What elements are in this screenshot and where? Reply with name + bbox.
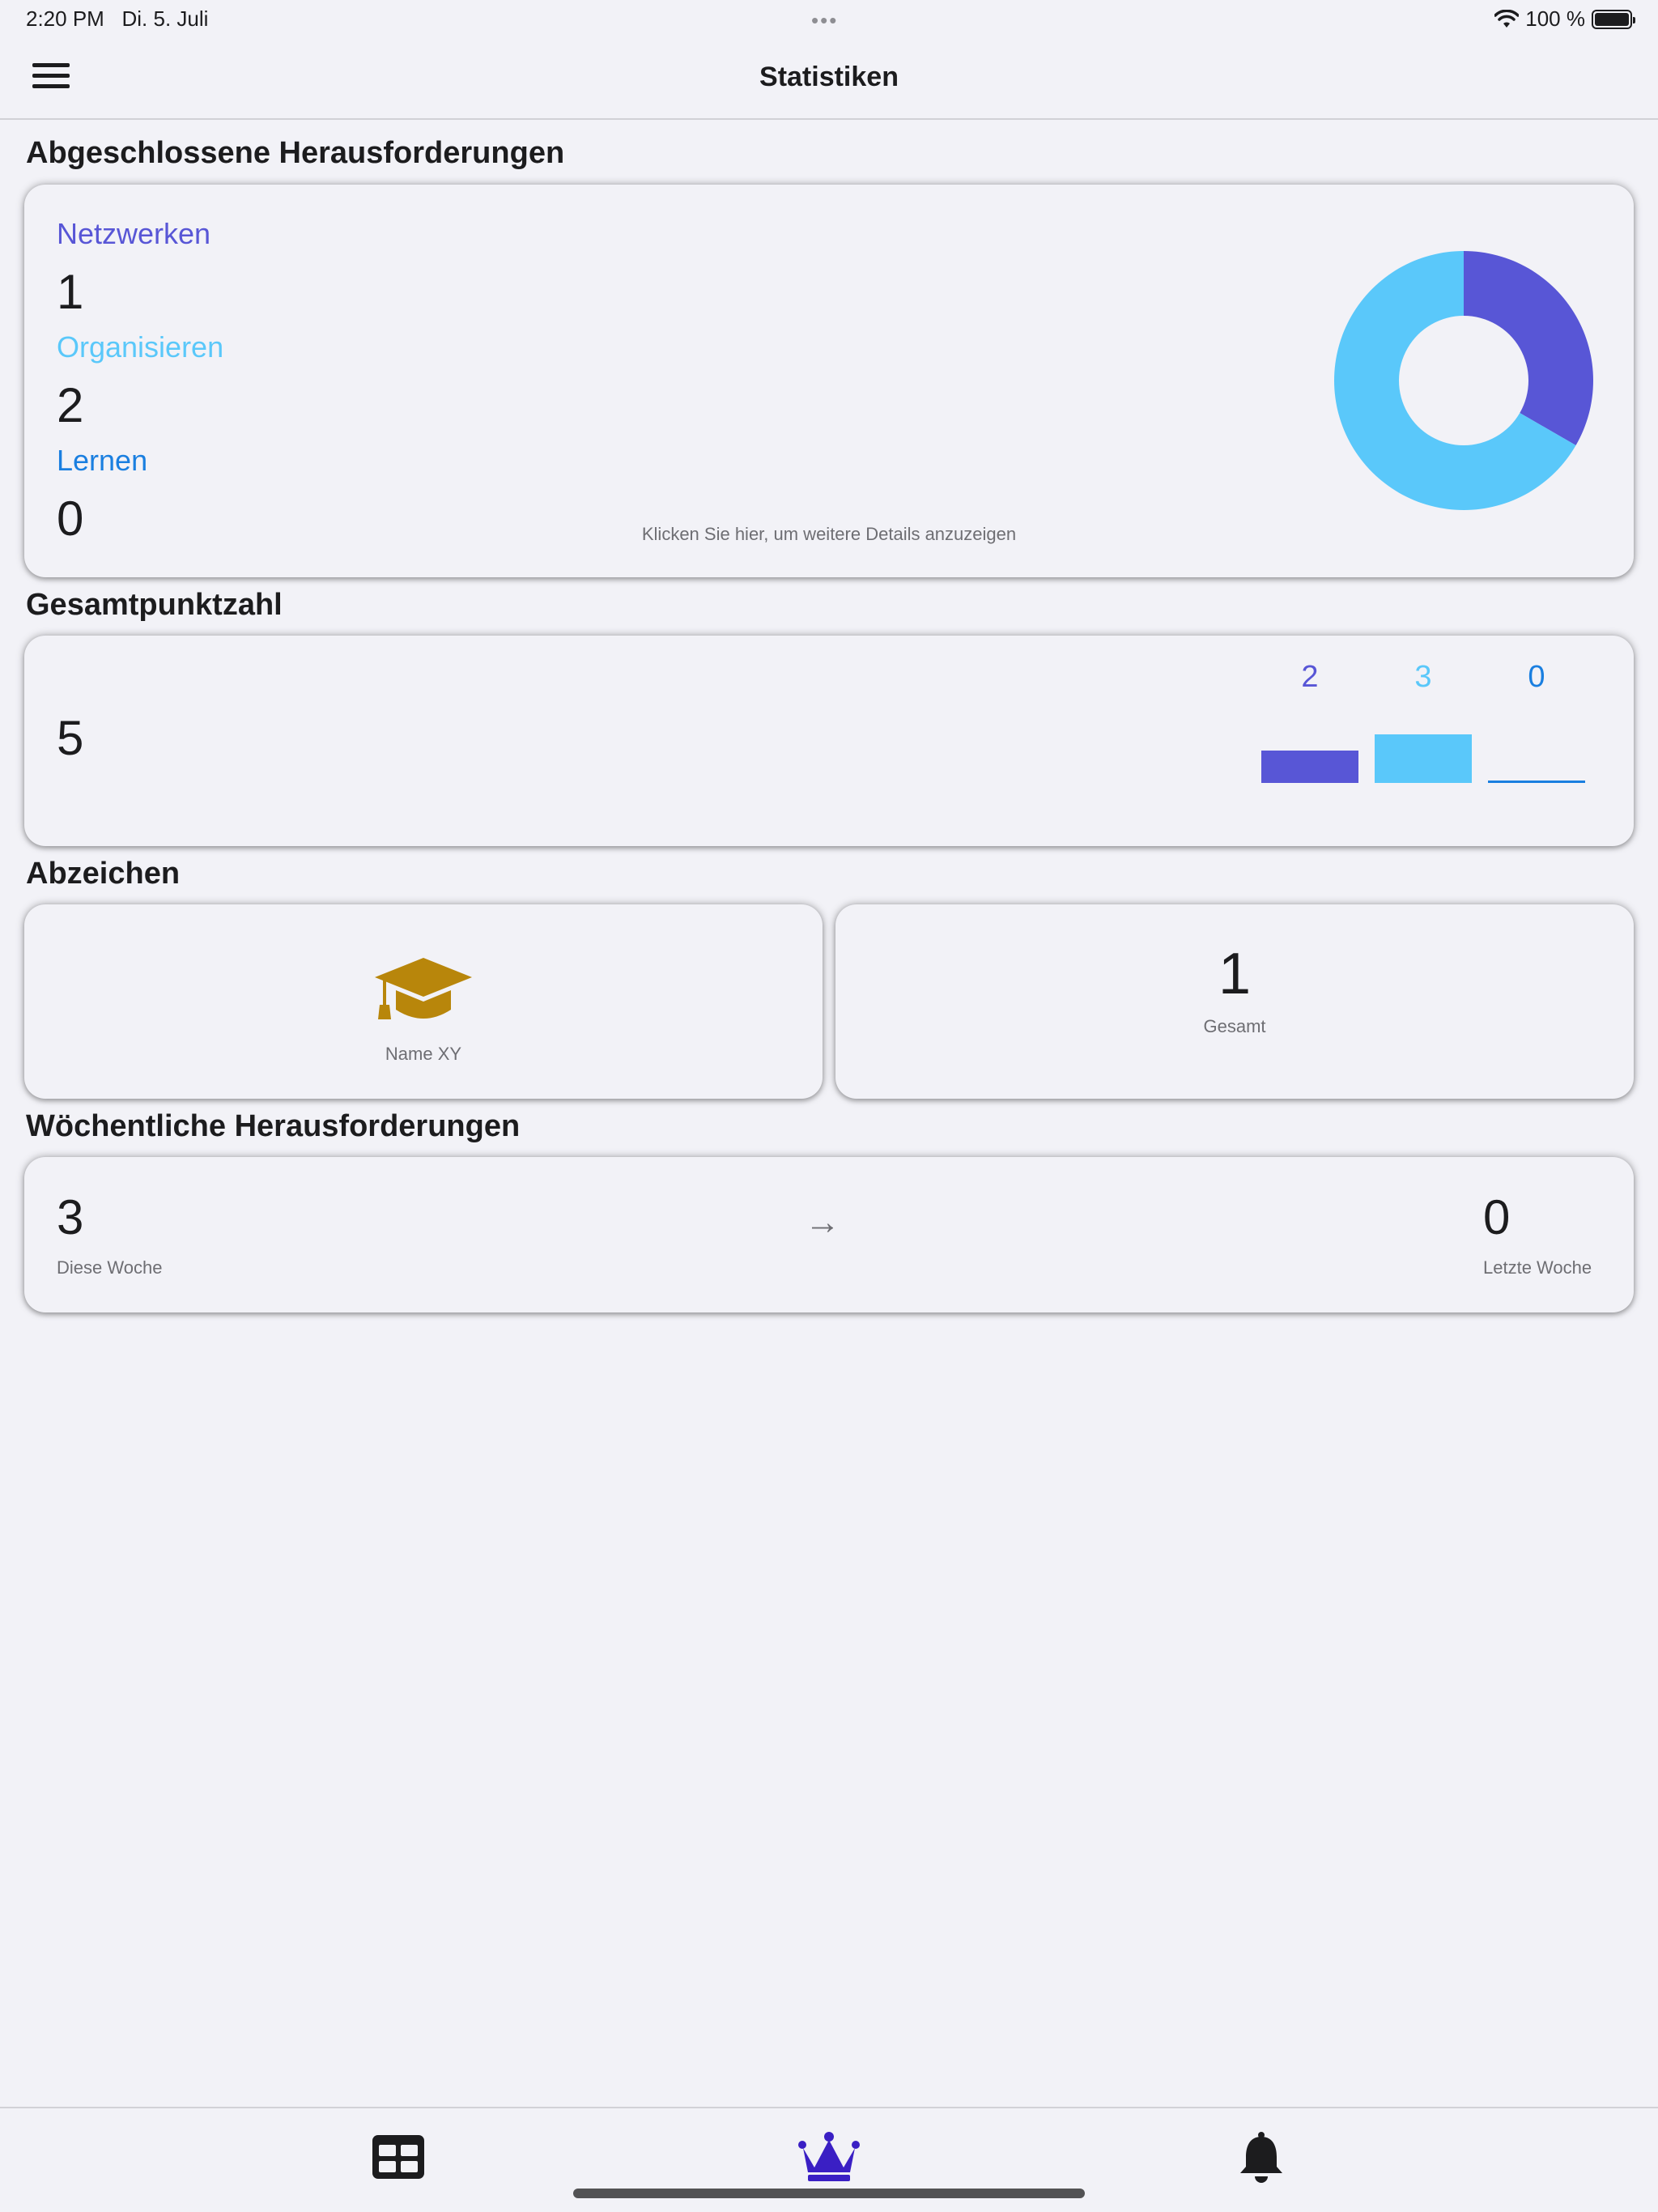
bell-icon — [1240, 2132, 1282, 2183]
score-bar-2 — [1488, 781, 1585, 783]
graduation-cap-icon — [375, 958, 472, 1019]
weekly-challenges-card: 3 Diese Woche → 0 Letzte Woche — [24, 1157, 1634, 1312]
grid-table-icon — [372, 2135, 424, 2179]
status-bar: 2:20 PM Di. 5. Juli ••• 100 % — [0, 0, 1658, 39]
badge-card[interactable]: Name XY — [24, 904, 823, 1099]
tab-dashboard[interactable] — [366, 2125, 431, 2189]
wifi-icon — [1494, 9, 1520, 28]
category-label-learning: Lernen — [57, 444, 148, 477]
battery-icon — [1592, 9, 1635, 29]
category-label-organizing: Organisieren — [57, 330, 224, 364]
category-value-organizing: 2 — [57, 378, 84, 432]
donut-chart — [1334, 251, 1593, 510]
home-indicator — [573, 2189, 1085, 2198]
trend-arrow-icon: → — [805, 1202, 840, 1242]
status-time-text: 2:20 PM — [26, 6, 104, 31]
bar-label-learning: 0 — [1528, 660, 1545, 694]
multitasking-dots-icon[interactable]: ••• — [811, 8, 838, 33]
completed-section-title: Abgeschlossene Herausforderungen — [26, 136, 565, 170]
status-date-text: Di. 5. Juli — [121, 6, 209, 31]
total-score-card: 5 2 3 0 — [24, 636, 1634, 846]
navigation-bar: Statistiken — [0, 39, 1658, 120]
status-time: 2:20 PM Di. 5. Juli — [26, 6, 208, 32]
crown-icon — [798, 2132, 860, 2181]
last-week-value: 0 — [1483, 1190, 1511, 1244]
this-week-value: 3 — [57, 1190, 84, 1244]
this-week-label: Diese Woche — [57, 1257, 163, 1278]
bar-label-networking: 2 — [1301, 660, 1319, 694]
score-bar-1 — [1375, 734, 1472, 783]
page-title: Statistiken — [759, 62, 899, 92]
status-right: 100 % — [1494, 6, 1635, 32]
last-week-label: Letzte Woche — [1483, 1257, 1592, 1278]
category-value-networking: 1 — [57, 265, 84, 319]
bar-label-organizing: 3 — [1414, 660, 1432, 694]
tab-notifications[interactable] — [1229, 2125, 1294, 2189]
badge-count-card: 1 Gesamt — [835, 904, 1634, 1099]
battery-percent: 100 % — [1525, 6, 1585, 31]
score-bar-0 — [1261, 751, 1358, 783]
donut-slice-netzwerken — [1464, 251, 1593, 445]
badge-name: Name XY — [385, 1044, 462, 1064]
tab-statistics[interactable] — [797, 2125, 861, 2189]
category-label-networking: Netzwerken — [57, 217, 211, 250]
completed-challenges-card[interactable]: Netzwerken 1 Organisieren 2 Lernen 0 Kli… — [24, 185, 1634, 577]
badge-count-label: Gesamt — [1203, 1016, 1266, 1036]
badges-section-title: Abzeichen — [26, 857, 181, 891]
score-bar-chart: 2 3 0 — [1239, 636, 1627, 846]
details-hint[interactable]: Klicken Sie hier, um weitere Details anz… — [24, 524, 1634, 545]
weekly-section-title: Wöchentliche Herausforderungen — [26, 1109, 521, 1143]
total-section-title: Gesamtpunktzahl — [26, 588, 283, 622]
badge-count-value: 1 — [1218, 942, 1252, 1006]
total-score-value: 5 — [57, 711, 84, 765]
